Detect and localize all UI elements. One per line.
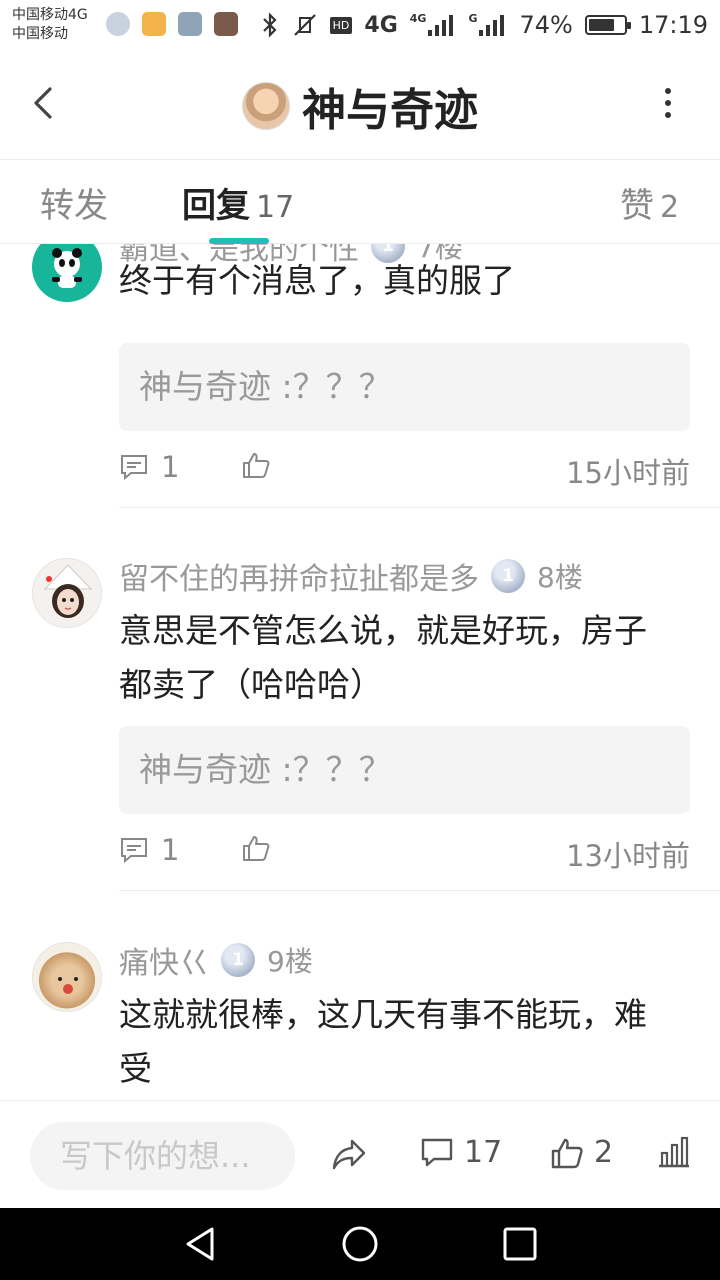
- notification-image-icon: [178, 12, 202, 36]
- thumbs-up-icon: [243, 836, 270, 861]
- reply-time: 15小时前: [566, 456, 690, 490]
- clock: 17:19: [638, 11, 708, 39]
- tab-reposts-label: 转发: [40, 186, 108, 226]
- comments-button[interactable]: 17: [420, 1135, 502, 1170]
- battery-fill: [588, 19, 614, 31]
- share-icon: [332, 1139, 366, 1170]
- triangle-back-icon: [186, 1227, 214, 1261]
- divider: [119, 890, 720, 891]
- carrier-line-2: 中国移动: [12, 26, 68, 42]
- username[interactable]: 留不住的再拼命拉扯都是多: [119, 554, 479, 598]
- tab-reposts[interactable]: 转发: [40, 178, 108, 227]
- reply-meta: 痛快巜 1 9楼: [119, 938, 313, 982]
- avatar[interactable]: [32, 942, 102, 1012]
- like-total: 2: [594, 1135, 614, 1170]
- title-group: 神与奇迹: [0, 74, 720, 138]
- tab-replies-label: 回复: [182, 186, 250, 226]
- tab-likes[interactable]: 赞2: [620, 178, 679, 227]
- comment-count: 1: [161, 450, 180, 484]
- floor-number: 9楼: [267, 945, 313, 978]
- notification-app-icon: [106, 12, 130, 36]
- username[interactable]: 痛快巜: [119, 938, 209, 982]
- reply-content: 意思是不管怎么说，就是好玩，房子都卖了（哈哈哈）: [119, 611, 647, 704]
- circle-home-icon: [342, 1226, 378, 1262]
- level-badge-icon: 1: [491, 559, 525, 593]
- reply-meta: 留不住的再拼命拉扯都是多 1 8楼: [119, 554, 583, 598]
- avatar[interactable]: [32, 558, 102, 628]
- hd-icon: HD: [329, 16, 353, 34]
- reply-list[interactable]: 霸道、是我的个性 1 7楼 终于有个消息了，真的服了 神与奇迹 :？？？ 1 1…: [0, 244, 720, 1100]
- more-menu-button[interactable]: [660, 88, 676, 118]
- vibrate-off-icon: [292, 12, 318, 38]
- share-button[interactable]: [330, 1135, 368, 1173]
- square-recents-icon: [503, 1227, 537, 1261]
- bluetooth-icon: [260, 12, 280, 38]
- reply-actions: 1 13小时前: [119, 833, 690, 873]
- tab-replies[interactable]: 回复 17: [182, 178, 294, 227]
- hamster-avatar-icon: [58, 977, 78, 994]
- nav-home-button[interactable]: [340, 1224, 380, 1264]
- comment-total: 17: [464, 1135, 503, 1170]
- network-4g-icon: 4G: [364, 12, 398, 38]
- reply-content: 终于有个消息了，真的服了: [119, 261, 515, 300]
- more-dot-icon: [665, 88, 671, 94]
- thumbs-up-icon: [551, 1138, 583, 1168]
- tab-bar: 转发 回复 17 赞2: [0, 160, 720, 244]
- quoted-reply[interactable]: 神与奇迹 :？？？: [119, 343, 690, 431]
- system-nav-bar: [0, 1208, 720, 1280]
- comment-icon: [121, 455, 147, 481]
- network-4g-small-label: 4G: [409, 12, 427, 25]
- like-total-button[interactable]: 2: [550, 1135, 613, 1170]
- nav-recents-button[interactable]: [500, 1224, 540, 1264]
- comment-button[interactable]: 1: [119, 833, 179, 867]
- comment-count: 1: [161, 833, 180, 867]
- bar-stats-icon: [659, 1136, 689, 1168]
- like-button[interactable]: [241, 450, 271, 480]
- stats-button[interactable]: [656, 1135, 692, 1169]
- group-avatar[interactable]: [242, 82, 290, 130]
- panda-avatar-icon: [52, 248, 82, 288]
- bottom-bar: 写下你的想... 17 2: [0, 1100, 720, 1208]
- reply-content: 这就就很棒，这几天有事不能玩，难受: [119, 995, 647, 1088]
- comment-icon: [121, 838, 147, 864]
- notification-photo-icon: [214, 12, 238, 36]
- reply-time: 13小时前: [566, 839, 690, 873]
- network-g-label: G: [468, 12, 478, 25]
- avatar[interactable]: [32, 244, 102, 302]
- tab-likes-count: 2: [660, 190, 680, 225]
- battery-percent: 74%: [519, 11, 573, 39]
- floor-number: 8楼: [537, 561, 583, 594]
- tab-likes-label: 赞: [620, 186, 654, 226]
- reply-input[interactable]: 写下你的想...: [30, 1122, 295, 1190]
- signal-icon-2: G: [468, 12, 507, 38]
- reply-actions: 1 15小时前: [119, 450, 690, 490]
- title-bar: 神与奇迹: [0, 50, 720, 160]
- quoted-reply[interactable]: 神与奇迹 :？？？: [119, 726, 690, 814]
- more-dot-icon: [665, 100, 671, 106]
- page-title: 神与奇迹: [302, 85, 478, 136]
- witch-girl-avatar-icon: [43, 564, 93, 618]
- divider: [119, 507, 720, 508]
- status-bar: 中国移动4G 中国移动 HD 4G 4G G 74% 17:19: [0, 0, 720, 50]
- notification-lock-icon: [142, 12, 166, 36]
- comment-button[interactable]: 1: [119, 450, 179, 484]
- carrier-info: 中国移动4G 中国移动: [12, 6, 88, 44]
- signal-icon-1: 4G: [410, 12, 457, 38]
- battery-icon: [584, 15, 631, 35]
- status-icons: HD 4G 4G G 74% 17:19: [260, 8, 708, 42]
- level-badge-icon: 1: [221, 943, 255, 977]
- carrier-line-1: 中国移动4G: [12, 7, 88, 23]
- comment-icon: [421, 1138, 453, 1166]
- thumbs-up-icon: [243, 453, 270, 478]
- more-dot-icon: [665, 112, 671, 118]
- nav-back-button[interactable]: [180, 1224, 220, 1264]
- like-button[interactable]: [241, 833, 271, 863]
- tab-replies-count: 17: [256, 190, 295, 225]
